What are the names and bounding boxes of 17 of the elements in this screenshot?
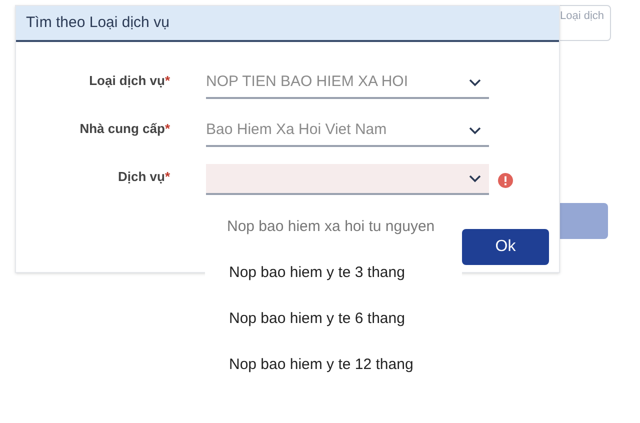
- error-icon: [498, 173, 513, 188]
- tab-label: Loại dịch: [560, 9, 604, 24]
- dropdown-option[interactable]: Nop bao hiem y te 3 thang: [227, 262, 462, 308]
- chevron-down-icon: [469, 126, 481, 134]
- dialog-title: Tìm theo Loại dịch vụ: [26, 12, 170, 33]
- chevron-down-icon: [469, 174, 481, 182]
- required-mark: *: [164, 120, 170, 138]
- dropdown-option[interactable]: Nop bao hiem y te 12 thang: [227, 354, 462, 400]
- required-mark: *: [164, 168, 170, 186]
- ok-button[interactable]: Ok: [462, 229, 549, 265]
- field-label: Dịch vụ: [118, 168, 165, 186]
- select-field[interactable]: [206, 164, 489, 195]
- dropdown-option[interactable]: Nop bao hiem y te 6 thang: [227, 308, 462, 354]
- required-mark: *: [164, 72, 170, 90]
- field-label: Loại dịch vụ: [89, 72, 165, 90]
- field-label: Nhà cung cấp: [80, 120, 165, 138]
- chevron-down-icon: [469, 78, 481, 86]
